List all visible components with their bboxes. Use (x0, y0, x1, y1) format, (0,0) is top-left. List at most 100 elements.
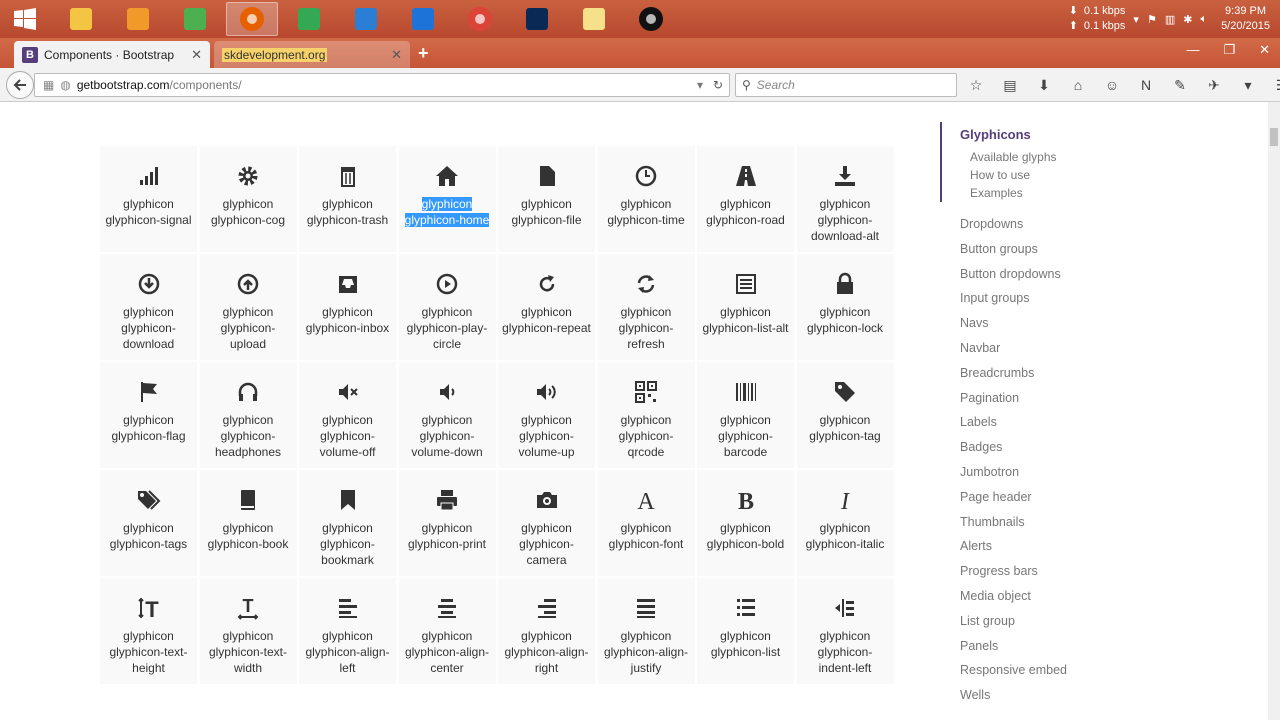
glyph-cell[interactable]: glyphicon glyphicon-lock (796, 254, 894, 360)
chat-icon[interactable]: ☺ (1102, 75, 1122, 95)
glyph-cell[interactable]: glyphicon glyphicon-upload (199, 254, 297, 360)
glyph-cell[interactable]: glyphicon glyphicon-print (398, 470, 496, 576)
taskbar-app-photoshop[interactable] (511, 2, 563, 36)
glyph-cell[interactable]: glyphicon glyphicon-home (398, 146, 496, 252)
glyph-cell[interactable]: Tglyphicon glyphicon-text-height (100, 578, 197, 684)
sidebar-item-input-groups[interactable]: Input groups (940, 286, 1160, 311)
glyph-cell[interactable]: Tglyphicon glyphicon-text-width (199, 578, 297, 684)
sidebar-item-navs[interactable]: Navs (940, 311, 1160, 336)
extension-icon[interactable]: ✈ (1204, 75, 1224, 95)
address-bar[interactable]: ▦ ◍ getbootstrap.com/components/ ▾ ↻ (34, 73, 730, 97)
glyph-cell[interactable]: glyphicon glyphicon-inbox (299, 254, 396, 360)
sidebar-sub-how-to-use[interactable]: How to use (960, 166, 1160, 184)
close-icon[interactable]: ✕ (191, 47, 202, 63)
glyph-cell[interactable]: glyphicon glyphicon-file (498, 146, 595, 252)
glyph-cell[interactable]: glyphicon glyphicon-align-center (398, 578, 496, 684)
taskbar-app-firefox[interactable] (226, 2, 278, 36)
glyph-cell[interactable]: glyphicon glyphicon-time (597, 146, 695, 252)
taskbar-app-paint[interactable] (112, 2, 164, 36)
minimize-button[interactable]: — (1186, 42, 1199, 58)
taskbar-app-virtualbox[interactable] (340, 2, 392, 36)
chevron-down-icon[interactable]: ▾ (1133, 13, 1139, 26)
pen-icon[interactable]: ✎ (1170, 75, 1190, 95)
glyph-cell[interactable]: glyphicon glyphicon-download (100, 254, 197, 360)
glyph-cell[interactable]: glyphicon glyphicon-align-justify (597, 578, 695, 684)
sidebar-item-breadcrumbs[interactable]: Breadcrumbs (940, 361, 1160, 386)
clock[interactable]: 9:39 PM 5/20/2015 (1221, 4, 1270, 34)
tab-components-bootstrap[interactable]: B Components · Bootstrap ✕ (14, 41, 210, 68)
glyph-cell[interactable]: glyphicon glyphicon-tag (796, 362, 894, 468)
glyph-cell[interactable]: glyphicon glyphicon-headphones (199, 362, 297, 468)
dropdown-icon[interactable]: ▾ (697, 78, 703, 92)
flag-icon[interactable]: ⚑ (1147, 13, 1157, 26)
glyph-cell[interactable]: glyphicon glyphicon-road (697, 146, 794, 252)
glyph-cell[interactable]: glyphicon glyphicon-align-right (498, 578, 595, 684)
glyph-cell[interactable]: glyphicon glyphicon-volume-down (398, 362, 496, 468)
sidebar-sub-available-glyphs[interactable]: Available glyphs (960, 148, 1160, 166)
glyph-cell[interactable]: glyphicon glyphicon-list-alt (697, 254, 794, 360)
sidebar-item-dropdowns[interactable]: Dropdowns (940, 212, 1160, 237)
back-button[interactable] (6, 70, 34, 99)
onenote-icon[interactable]: N (1136, 75, 1156, 95)
sidebar-item-button-groups[interactable]: Button groups (940, 237, 1160, 262)
taskbar-app-jdownloader[interactable] (625, 2, 677, 36)
taskbar-app-drive[interactable] (283, 2, 335, 36)
scrollbar[interactable] (1268, 102, 1280, 720)
sidebar-item-wells[interactable]: Wells (940, 683, 1160, 708)
glyph-cell[interactable]: glyphicon glyphicon-download-alt (796, 146, 894, 252)
taskbar-app-remote-desktop[interactable] (397, 2, 449, 36)
reading-list-icon[interactable]: ▤ (1000, 75, 1020, 95)
glyph-cell[interactable]: glyphicon glyphicon-align-left (299, 578, 396, 684)
volume-icon[interactable]: 🔈︎ (1200, 13, 1207, 26)
sidebar-item-glyphicons[interactable]: Glyphicons (960, 122, 1160, 148)
maximize-button[interactable]: ❐ (1223, 42, 1235, 58)
sidebar-item-list-group[interactable]: List group (940, 609, 1160, 634)
new-tab-button[interactable]: + (418, 43, 429, 64)
glyph-cell[interactable]: glyphicon glyphicon-refresh (597, 254, 695, 360)
sidebar-item-alerts[interactable]: Alerts (940, 534, 1160, 559)
glyph-cell[interactable]: glyphicon glyphicon-volume-off (299, 362, 396, 468)
reload-icon[interactable]: ↻ (713, 78, 723, 92)
sidebar-item-labels[interactable]: Labels (940, 410, 1160, 435)
sidebar-item-media-object[interactable]: Media object (940, 584, 1160, 609)
glyph-cell[interactable]: glyphicon glyphicon-trash (299, 146, 396, 252)
network-icon[interactable]: ▥ (1165, 13, 1175, 26)
glyph-cell[interactable]: glyphicon glyphicon-cog (199, 146, 297, 252)
sidebar-item-jumbotron[interactable]: Jumbotron (940, 460, 1160, 485)
glyph-cell[interactable]: glyphicon glyphicon-list (697, 578, 794, 684)
glyph-cell[interactable]: glyphicon glyphicon-signal (100, 146, 197, 252)
menu-icon[interactable]: ☰ (1272, 75, 1280, 95)
sidebar-item-navbar[interactable]: Navbar (940, 336, 1160, 361)
glyph-cell[interactable]: glyphicon glyphicon-volume-up (498, 362, 595, 468)
glyph-cell[interactable]: Aglyphicon glyphicon-font (597, 470, 695, 576)
sidebar-item-panels[interactable]: Panels (940, 634, 1160, 659)
glyph-cell[interactable]: glyphicon glyphicon-bookmark (299, 470, 396, 576)
sidebar-item-page-header[interactable]: Page header (940, 485, 1160, 510)
sidebar-item-responsive-embed[interactable]: Responsive embed (940, 658, 1160, 683)
home-icon[interactable]: ⌂ (1068, 75, 1088, 95)
glyph-cell[interactable]: glyphicon glyphicon-barcode (697, 362, 794, 468)
sidebar-item-progress-bars[interactable]: Progress bars (940, 559, 1160, 584)
search-input[interactable]: ⚲ Search (735, 73, 957, 97)
bluetooth-icon[interactable]: ✱ (1183, 13, 1192, 26)
glyph-cell[interactable]: Iglyphicon glyphicon-italic (796, 470, 894, 576)
close-window-button[interactable]: ✕ (1259, 42, 1270, 58)
sidebar-item-pagination[interactable]: Pagination (940, 386, 1160, 411)
sidebar-sub-examples[interactable]: Examples (960, 184, 1160, 202)
glyph-cell[interactable]: glyphicon glyphicon-indent-left (796, 578, 894, 684)
glyph-cell[interactable]: glyphicon glyphicon-camera (498, 470, 595, 576)
sidebar-item-button-dropdowns[interactable]: Button dropdowns (940, 262, 1160, 287)
taskbar-app-explorer[interactable] (55, 2, 107, 36)
glyph-cell[interactable]: glyphicon glyphicon-book (199, 470, 297, 576)
taskbar-app-task-manager[interactable] (169, 2, 221, 36)
glyph-cell[interactable]: glyphicon glyphicon-play-circle (398, 254, 496, 360)
tab-skdevelopment[interactable]: skdevelopment.org ✕ (214, 41, 410, 68)
bookmark-star-icon[interactable]: ☆ (966, 75, 986, 95)
scrollbar-thumb[interactable] (1270, 128, 1278, 146)
start-button[interactable] (0, 0, 50, 38)
sidebar-item-badges[interactable]: Badges (940, 435, 1160, 460)
glyph-cell[interactable]: glyphicon glyphicon-flag (100, 362, 197, 468)
glyph-cell[interactable]: glyphicon glyphicon-qrcode (597, 362, 695, 468)
downloads-icon[interactable]: ⬇ (1034, 75, 1054, 95)
taskbar-app-notes[interactable] (568, 2, 620, 36)
